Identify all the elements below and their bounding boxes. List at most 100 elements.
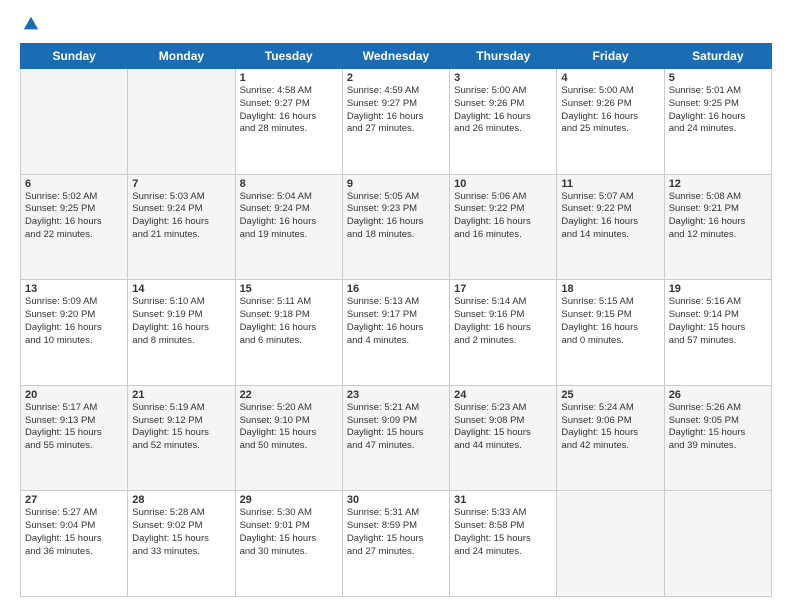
day-number: 26 — [669, 389, 767, 401]
day-info: Sunrise: 5:20 AM Sunset: 9:10 PM Dayligh… — [240, 402, 338, 453]
day-info: Sunrise: 5:14 AM Sunset: 9:16 PM Dayligh… — [454, 296, 552, 347]
day-number: 27 — [25, 494, 123, 506]
day-info: Sunrise: 5:02 AM Sunset: 9:25 PM Dayligh… — [25, 191, 123, 242]
day-number: 20 — [25, 389, 123, 401]
calendar-cell: 28Sunrise: 5:28 AM Sunset: 9:02 PM Dayli… — [128, 491, 235, 597]
calendar-cell: 25Sunrise: 5:24 AM Sunset: 9:06 PM Dayli… — [557, 385, 664, 491]
calendar-cell: 30Sunrise: 5:31 AM Sunset: 8:59 PM Dayli… — [342, 491, 449, 597]
day-info: Sunrise: 5:16 AM Sunset: 9:14 PM Dayligh… — [669, 296, 767, 347]
day-number: 13 — [25, 283, 123, 295]
day-info: Sunrise: 5:04 AM Sunset: 9:24 PM Dayligh… — [240, 191, 338, 242]
calendar-cell — [557, 491, 664, 597]
calendar-cell: 24Sunrise: 5:23 AM Sunset: 9:08 PM Dayli… — [450, 385, 557, 491]
calendar-cell — [128, 69, 235, 175]
day-info: Sunrise: 5:15 AM Sunset: 9:15 PM Dayligh… — [561, 296, 659, 347]
day-number: 29 — [240, 494, 338, 506]
day-number: 10 — [454, 178, 552, 190]
calendar-cell: 27Sunrise: 5:27 AM Sunset: 9:04 PM Dayli… — [21, 491, 128, 597]
day-info: Sunrise: 5:08 AM Sunset: 9:21 PM Dayligh… — [669, 191, 767, 242]
week-row-4: 20Sunrise: 5:17 AM Sunset: 9:13 PM Dayli… — [21, 385, 772, 491]
calendar-cell: 17Sunrise: 5:14 AM Sunset: 9:16 PM Dayli… — [450, 280, 557, 386]
calendar-cell — [664, 491, 771, 597]
day-number: 11 — [561, 178, 659, 190]
calendar-cell: 19Sunrise: 5:16 AM Sunset: 9:14 PM Dayli… — [664, 280, 771, 386]
day-number: 30 — [347, 494, 445, 506]
day-number: 16 — [347, 283, 445, 295]
week-row-5: 27Sunrise: 5:27 AM Sunset: 9:04 PM Dayli… — [21, 491, 772, 597]
day-number: 19 — [669, 283, 767, 295]
day-info: Sunrise: 5:26 AM Sunset: 9:05 PM Dayligh… — [669, 402, 767, 453]
day-number: 28 — [132, 494, 230, 506]
day-number: 23 — [347, 389, 445, 401]
day-number: 22 — [240, 389, 338, 401]
day-number: 24 — [454, 389, 552, 401]
day-header-friday: Friday — [557, 44, 664, 69]
calendar-cell: 16Sunrise: 5:13 AM Sunset: 9:17 PM Dayli… — [342, 280, 449, 386]
calendar-cell: 12Sunrise: 5:08 AM Sunset: 9:21 PM Dayli… — [664, 174, 771, 280]
day-info: Sunrise: 5:13 AM Sunset: 9:17 PM Dayligh… — [347, 296, 445, 347]
week-row-3: 13Sunrise: 5:09 AM Sunset: 9:20 PM Dayli… — [21, 280, 772, 386]
day-number: 1 — [240, 72, 338, 84]
day-header-monday: Monday — [128, 44, 235, 69]
day-header-saturday: Saturday — [664, 44, 771, 69]
day-info: Sunrise: 5:23 AM Sunset: 9:08 PM Dayligh… — [454, 402, 552, 453]
day-info: Sunrise: 5:10 AM Sunset: 9:19 PM Dayligh… — [132, 296, 230, 347]
day-header-wednesday: Wednesday — [342, 44, 449, 69]
week-row-1: 1Sunrise: 4:58 AM Sunset: 9:27 PM Daylig… — [21, 69, 772, 175]
day-info: Sunrise: 5:07 AM Sunset: 9:22 PM Dayligh… — [561, 191, 659, 242]
day-number: 3 — [454, 72, 552, 84]
day-number: 2 — [347, 72, 445, 84]
calendar-cell: 23Sunrise: 5:21 AM Sunset: 9:09 PM Dayli… — [342, 385, 449, 491]
day-number: 8 — [240, 178, 338, 190]
logo — [20, 15, 40, 33]
calendar-cell: 20Sunrise: 5:17 AM Sunset: 9:13 PM Dayli… — [21, 385, 128, 491]
day-info: Sunrise: 5:03 AM Sunset: 9:24 PM Dayligh… — [132, 191, 230, 242]
day-info: Sunrise: 5:27 AM Sunset: 9:04 PM Dayligh… — [25, 507, 123, 558]
calendar-cell: 10Sunrise: 5:06 AM Sunset: 9:22 PM Dayli… — [450, 174, 557, 280]
calendar-cell: 2Sunrise: 4:59 AM Sunset: 9:27 PM Daylig… — [342, 69, 449, 175]
day-info: Sunrise: 5:11 AM Sunset: 9:18 PM Dayligh… — [240, 296, 338, 347]
header — [20, 15, 772, 33]
day-number: 17 — [454, 283, 552, 295]
calendar-cell: 4Sunrise: 5:00 AM Sunset: 9:26 PM Daylig… — [557, 69, 664, 175]
day-number: 18 — [561, 283, 659, 295]
calendar-table: SundayMondayTuesdayWednesdayThursdayFrid… — [20, 43, 772, 597]
calendar-cell: 9Sunrise: 5:05 AM Sunset: 9:23 PM Daylig… — [342, 174, 449, 280]
calendar-cell: 18Sunrise: 5:15 AM Sunset: 9:15 PM Dayli… — [557, 280, 664, 386]
day-info: Sunrise: 4:58 AM Sunset: 9:27 PM Dayligh… — [240, 85, 338, 136]
calendar-cell: 29Sunrise: 5:30 AM Sunset: 9:01 PM Dayli… — [235, 491, 342, 597]
day-header-tuesday: Tuesday — [235, 44, 342, 69]
day-info: Sunrise: 5:30 AM Sunset: 9:01 PM Dayligh… — [240, 507, 338, 558]
day-number: 14 — [132, 283, 230, 295]
day-number: 4 — [561, 72, 659, 84]
calendar-cell: 5Sunrise: 5:01 AM Sunset: 9:25 PM Daylig… — [664, 69, 771, 175]
day-number: 7 — [132, 178, 230, 190]
day-info: Sunrise: 5:09 AM Sunset: 9:20 PM Dayligh… — [25, 296, 123, 347]
day-number: 15 — [240, 283, 338, 295]
day-info: Sunrise: 5:33 AM Sunset: 8:58 PM Dayligh… — [454, 507, 552, 558]
days-header-row: SundayMondayTuesdayWednesdayThursdayFrid… — [21, 44, 772, 69]
day-info: Sunrise: 5:00 AM Sunset: 9:26 PM Dayligh… — [561, 85, 659, 136]
day-info: Sunrise: 5:00 AM Sunset: 9:26 PM Dayligh… — [454, 85, 552, 136]
day-number: 12 — [669, 178, 767, 190]
day-info: Sunrise: 5:19 AM Sunset: 9:12 PM Dayligh… — [132, 402, 230, 453]
day-info: Sunrise: 5:06 AM Sunset: 9:22 PM Dayligh… — [454, 191, 552, 242]
day-number: 6 — [25, 178, 123, 190]
calendar-cell: 22Sunrise: 5:20 AM Sunset: 9:10 PM Dayli… — [235, 385, 342, 491]
day-number: 21 — [132, 389, 230, 401]
calendar-cell: 31Sunrise: 5:33 AM Sunset: 8:58 PM Dayli… — [450, 491, 557, 597]
day-info: Sunrise: 4:59 AM Sunset: 9:27 PM Dayligh… — [347, 85, 445, 136]
calendar-cell: 15Sunrise: 5:11 AM Sunset: 9:18 PM Dayli… — [235, 280, 342, 386]
week-row-2: 6Sunrise: 5:02 AM Sunset: 9:25 PM Daylig… — [21, 174, 772, 280]
day-info: Sunrise: 5:17 AM Sunset: 9:13 PM Dayligh… — [25, 402, 123, 453]
day-number: 5 — [669, 72, 767, 84]
calendar-cell: 3Sunrise: 5:00 AM Sunset: 9:26 PM Daylig… — [450, 69, 557, 175]
day-header-thursday: Thursday — [450, 44, 557, 69]
day-number: 31 — [454, 494, 552, 506]
calendar-cell: 13Sunrise: 5:09 AM Sunset: 9:20 PM Dayli… — [21, 280, 128, 386]
day-header-sunday: Sunday — [21, 44, 128, 69]
day-info: Sunrise: 5:28 AM Sunset: 9:02 PM Dayligh… — [132, 507, 230, 558]
day-info: Sunrise: 5:31 AM Sunset: 8:59 PM Dayligh… — [347, 507, 445, 558]
calendar-cell: 6Sunrise: 5:02 AM Sunset: 9:25 PM Daylig… — [21, 174, 128, 280]
calendar-cell: 11Sunrise: 5:07 AM Sunset: 9:22 PM Dayli… — [557, 174, 664, 280]
